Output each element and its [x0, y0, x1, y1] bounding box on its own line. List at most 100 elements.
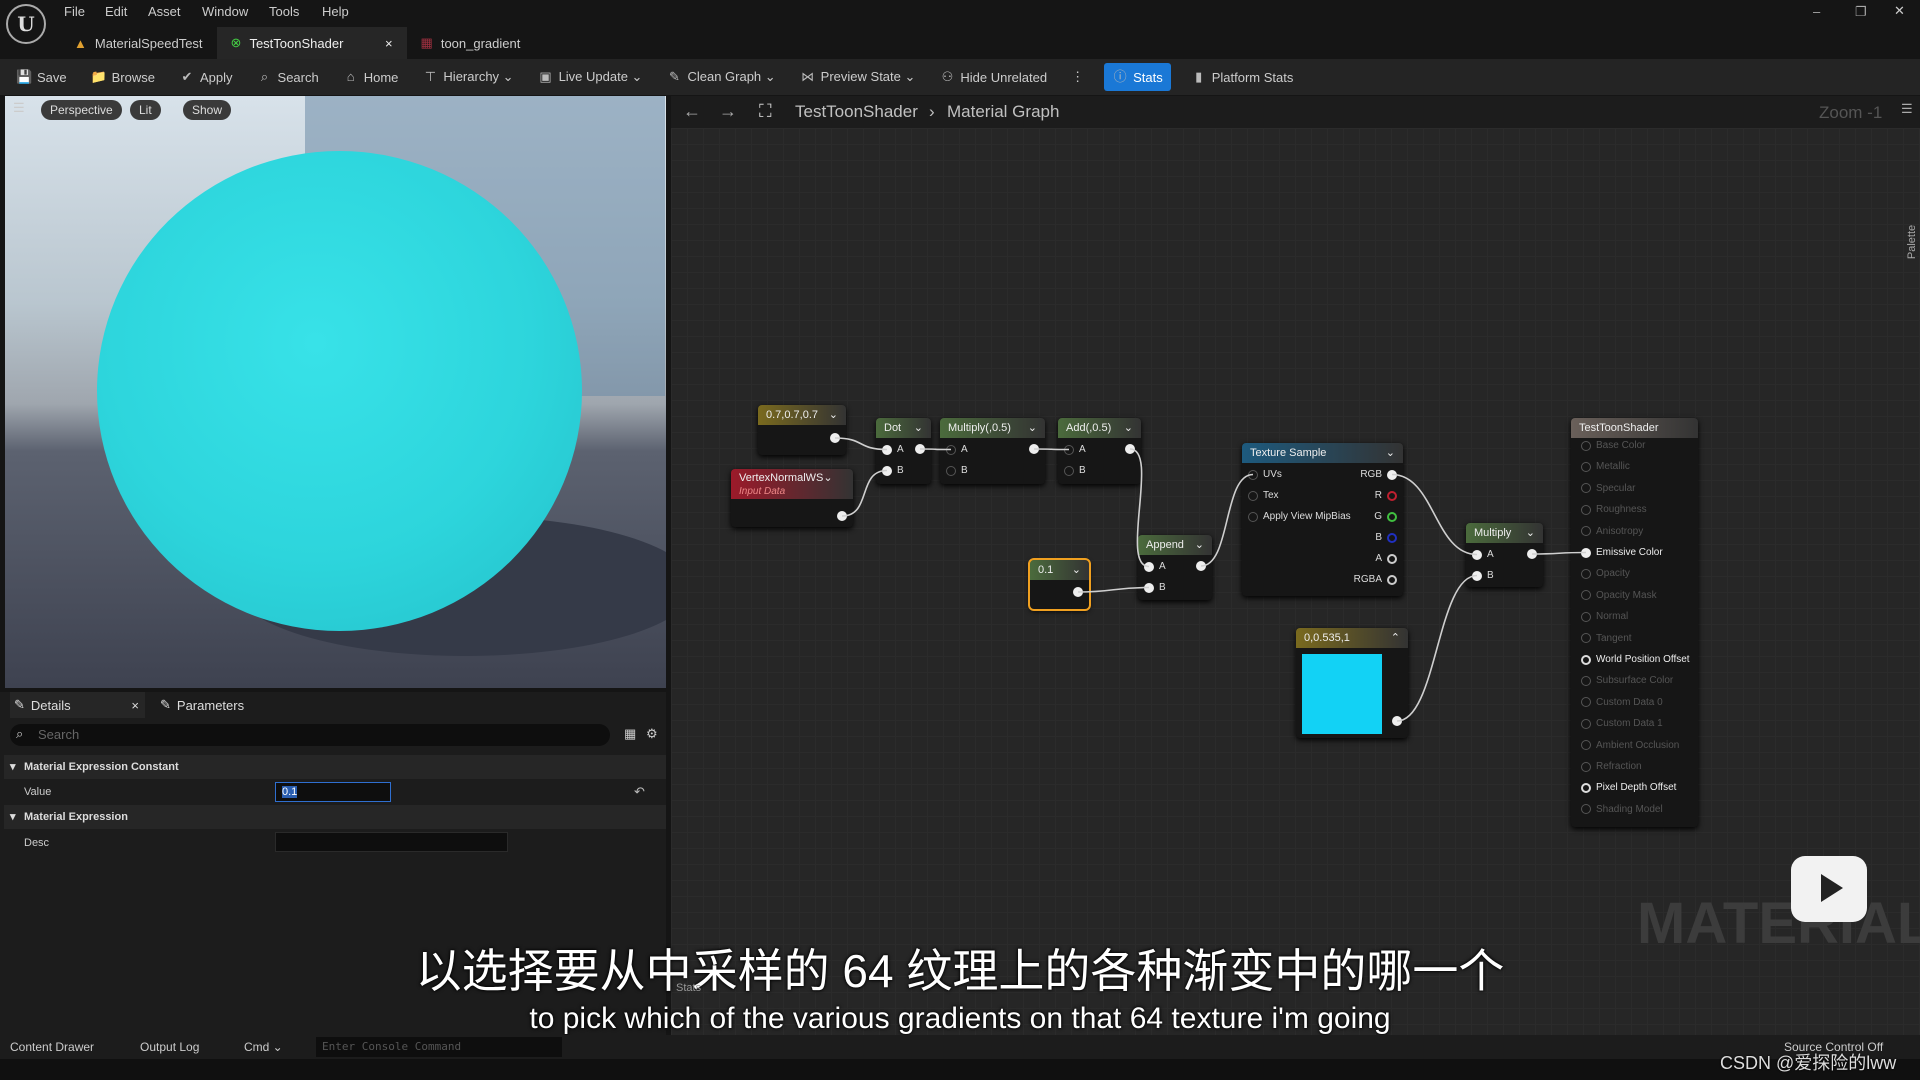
- pin[interactable]: Refraction: [1581, 761, 1642, 772]
- pin-dot-icon[interactable]: [1248, 511, 1258, 522]
- pin-dot-icon[interactable]: [1472, 549, 1482, 560]
- pin-dot-icon[interactable]: [1581, 718, 1591, 729]
- reset-to-default-icon[interactable]: ↶: [634, 784, 645, 800]
- menu-edit[interactable]: Edit: [105, 4, 127, 19]
- pin[interactable]: [1120, 444, 1135, 454]
- pin-dot-icon[interactable]: [1144, 582, 1154, 593]
- pin[interactable]: B: [1375, 532, 1397, 543]
- pin-dot-icon[interactable]: [1581, 611, 1591, 622]
- pin-dot-icon[interactable]: [1196, 561, 1206, 571]
- pin-dot-icon[interactable]: [1387, 574, 1397, 585]
- pin-dot-icon[interactable]: [1581, 675, 1591, 686]
- menu-window[interactable]: Window: [202, 4, 248, 19]
- pin[interactable]: G: [1374, 511, 1397, 522]
- pin[interactable]: Roughness: [1581, 504, 1647, 515]
- menu-asset[interactable]: Asset: [148, 4, 181, 19]
- console-command-input[interactable]: Enter Console Command: [316, 1037, 562, 1057]
- pin-dot-icon[interactable]: [1248, 490, 1258, 501]
- node-c3[interactable]: 0.7,0.7,0.7 ⌄: [758, 405, 846, 455]
- pin[interactable]: Pixel Depth Offset: [1581, 782, 1676, 793]
- pin-dot-icon[interactable]: [1581, 568, 1591, 579]
- pin[interactable]: A: [946, 444, 968, 455]
- pin-dot-icon[interactable]: [1125, 444, 1135, 454]
- pin[interactable]: Shading Model: [1581, 804, 1663, 815]
- close-window-button[interactable]: ✕: [1894, 3, 1905, 19]
- chevron-down-icon[interactable]: ⌄: [829, 405, 838, 425]
- pin-dot-icon[interactable]: [882, 444, 892, 455]
- palette-tab[interactable]: Palette: [1906, 225, 1918, 259]
- close-tab-icon[interactable]: ×: [131, 698, 139, 713]
- pin[interactable]: R: [1375, 490, 1397, 501]
- menu-help[interactable]: Help: [322, 4, 349, 19]
- node-c1[interactable]: 0.1 ⌄: [1028, 558, 1091, 611]
- pin[interactable]: Ambient Occlusion: [1581, 740, 1679, 751]
- show-button[interactable]: Show: [183, 100, 232, 120]
- close-tab-icon[interactable]: ×: [385, 36, 393, 51]
- node-dot[interactable]: Dot ⌄ A B: [876, 418, 931, 484]
- desc-input[interactable]: [275, 832, 508, 852]
- output-log-button[interactable]: Output Log: [140, 1040, 199, 1054]
- pin-dot-icon[interactable]: [1387, 469, 1397, 480]
- pin[interactable]: Emissive Color: [1581, 547, 1663, 558]
- chevron-down-icon[interactable]: ⌄: [1072, 560, 1081, 580]
- clean-graph-button[interactable]: ✎ Clean Graph ⌄: [662, 63, 779, 91]
- pin[interactable]: Anisotropy: [1581, 526, 1643, 537]
- browse-button[interactable]: 📁 Browse: [87, 63, 159, 91]
- pin-dot-icon[interactable]: [1581, 590, 1591, 601]
- pin-dot-icon[interactable]: [1581, 526, 1591, 537]
- pin-dot-icon[interactable]: [1387, 532, 1397, 543]
- section-material-expression-constant[interactable]: ▾ Material Expression Constant: [4, 755, 666, 779]
- menu-tools[interactable]: Tools: [269, 4, 299, 19]
- search-button[interactable]: ⌕ Search: [253, 63, 323, 91]
- forward-arrow-icon[interactable]: →: [719, 101, 737, 122]
- tab-parameters[interactable]: ✎ Parameters: [160, 692, 244, 718]
- pin-dot-icon[interactable]: [1064, 465, 1074, 476]
- pin[interactable]: Custom Data 0: [1581, 697, 1663, 708]
- pin[interactable]: [825, 433, 840, 443]
- hierarchy-button[interactable]: ⊤ Hierarchy ⌄: [418, 63, 517, 91]
- pin-dot-icon[interactable]: [1581, 633, 1591, 644]
- node-mul2[interactable]: Multiply ⌄ A B: [1466, 523, 1543, 587]
- tab-details[interactable]: ✎ Details ×: [10, 692, 145, 718]
- platform-stats-button[interactable]: ▮ Platform Stats: [1187, 63, 1298, 91]
- stats-tab[interactable]: Stats: [676, 982, 701, 994]
- pin[interactable]: B: [1064, 465, 1086, 476]
- chevron-down-icon[interactable]: ⌄: [1386, 443, 1395, 463]
- breadcrumb-graph[interactable]: Material Graph: [947, 102, 1059, 122]
- pin[interactable]: Specular: [1581, 483, 1635, 494]
- preview-viewport[interactable]: ☰ Perspective Lit Show: [5, 96, 666, 688]
- pin[interactable]: Tangent: [1581, 633, 1632, 644]
- pin[interactable]: B: [882, 465, 904, 476]
- apply-button[interactable]: ✔ Apply: [175, 63, 237, 91]
- node-app[interactable]: Append ⌄ A B: [1138, 535, 1212, 600]
- pin-dot-icon[interactable]: [1581, 761, 1591, 772]
- cmd-dropdown[interactable]: Cmd ⌄: [244, 1040, 283, 1054]
- hide-unrelated-button[interactable]: ⚇ Hide Unrelated: [935, 63, 1051, 91]
- details-search-input[interactable]: Search: [10, 724, 610, 746]
- pin-dot-icon[interactable]: [1581, 461, 1591, 472]
- table-view-icon[interactable]: ▦: [624, 726, 636, 742]
- pin-dot-icon[interactable]: [1144, 561, 1154, 572]
- pin[interactable]: World Position Offset: [1581, 654, 1690, 665]
- chevron-down-icon[interactable]: ⌄: [1124, 418, 1133, 438]
- pin[interactable]: [1024, 444, 1039, 454]
- pin-dot-icon[interactable]: [837, 511, 847, 521]
- pin[interactable]: Subsurface Color: [1581, 675, 1673, 686]
- home-button[interactable]: ⌂ Home: [339, 63, 403, 91]
- pin[interactable]: RGB: [1360, 469, 1397, 480]
- node-tex[interactable]: Texture Sample ⌄ UVs Tex Apply View MipBias R…: [1242, 443, 1403, 596]
- pin-dot-icon[interactable]: [1581, 440, 1591, 451]
- lit-button[interactable]: Lit: [130, 100, 161, 120]
- chevron-down-icon[interactable]: ⌄: [914, 418, 923, 438]
- pin[interactable]: A: [1144, 561, 1166, 572]
- pin-dot-icon[interactable]: [1073, 587, 1083, 597]
- pin-dot-icon[interactable]: [1581, 654, 1591, 665]
- pin-dot-icon[interactable]: [915, 444, 925, 454]
- pin-dot-icon[interactable]: [1387, 511, 1397, 522]
- content-drawer-button[interactable]: Content Drawer: [10, 1040, 94, 1054]
- save-button[interactable]: 💾 Save: [12, 63, 71, 91]
- node-mul1[interactable]: Multiply(,0.5) ⌄ A B: [940, 418, 1045, 484]
- node-add[interactable]: Add(,0.5) ⌄ A B: [1058, 418, 1141, 484]
- pin[interactable]: [1522, 549, 1537, 559]
- pin[interactable]: [832, 511, 847, 521]
